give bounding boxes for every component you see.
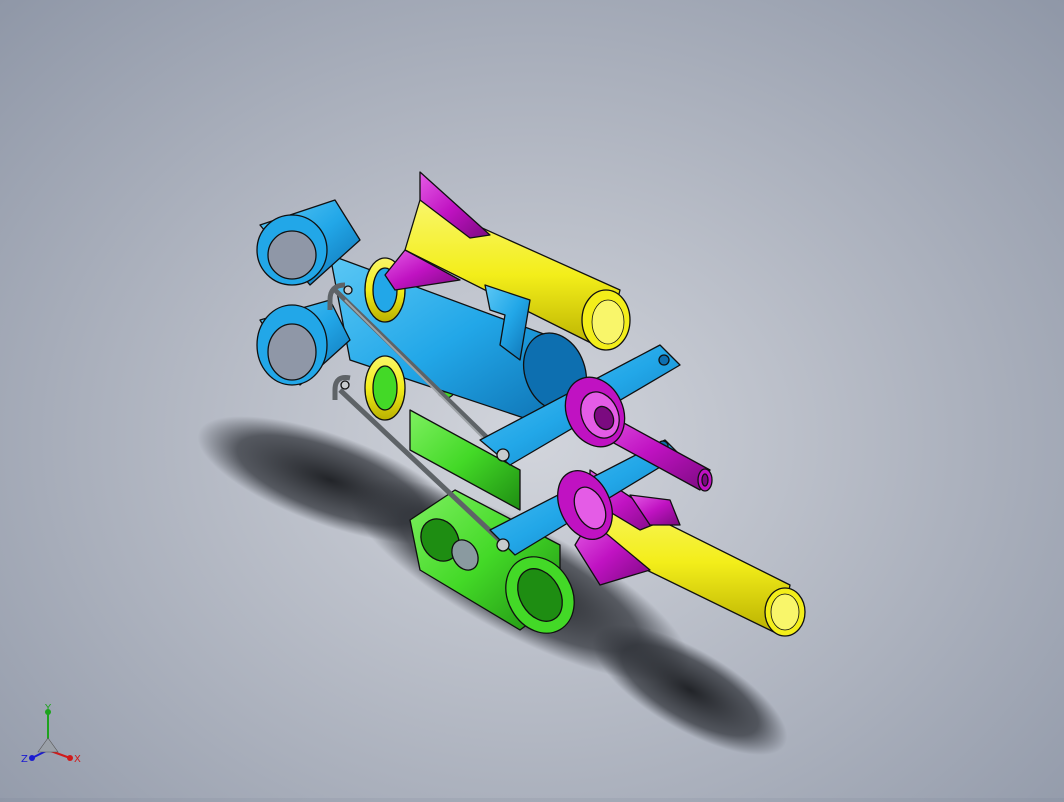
cad-viewport[interactable]: Y X Z — [0, 0, 1064, 798]
triad-label-z: Z — [21, 754, 28, 765]
cyan-ring-lower[interactable] — [256, 299, 351, 386]
triad-center-icon — [37, 737, 59, 753]
yellow-collar-lower-bore — [372, 365, 398, 411]
triad-label-x: X — [74, 754, 81, 765]
orientation-triad[interactable]: Y X Z — [18, 702, 88, 774]
triad-label-y: Y — [44, 703, 52, 714]
model-render — [197, 171, 806, 755]
